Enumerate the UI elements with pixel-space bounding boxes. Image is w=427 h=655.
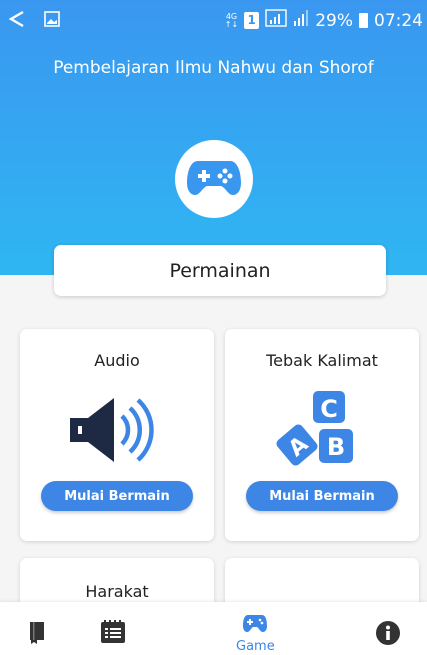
- nav-item-game[interactable]: Game: [236, 613, 275, 654]
- battery-icon: [359, 13, 368, 28]
- game-card-tebak-kalimat[interactable]: Tebak Kalimat C A B Mulai Bermain: [225, 329, 419, 541]
- nav-item-materi[interactable]: [28, 620, 48, 648]
- image-notification-icon: [44, 11, 60, 32]
- list-icon: [100, 620, 126, 648]
- gamepad-icon: [242, 613, 268, 637]
- sim-indicator: 1: [244, 12, 260, 29]
- svg-text:C: C: [320, 395, 338, 423]
- book-icon: [28, 620, 48, 648]
- app-logo: [175, 140, 253, 218]
- status-bar: 4G ↑↓ 1 29% 07:24: [0, 0, 427, 40]
- nav-item-info[interactable]: [376, 621, 400, 649]
- clock: 07:24: [374, 10, 423, 31]
- game-card-title: Audio: [94, 351, 140, 370]
- game-card-title: Harakat: [85, 582, 149, 601]
- signal-icon: [265, 9, 287, 32]
- battery-percentage: 29%: [315, 10, 353, 31]
- bottom-navigation: Game: [0, 602, 427, 655]
- speaker-icon: [70, 394, 165, 470]
- game-card-title: Tebak Kalimat: [266, 351, 378, 370]
- section-title-card: Permainan: [54, 245, 386, 296]
- start-game-button[interactable]: Mulai Bermain: [41, 481, 193, 511]
- info-icon: [376, 621, 400, 649]
- game-card-audio[interactable]: Audio Mulai Bermain: [20, 329, 214, 541]
- app-title: Pembelajaran Ilmu Nahwu dan Shorof: [53, 58, 374, 78]
- signal-strength-icon: [293, 9, 309, 32]
- gamepad-icon: [186, 157, 242, 201]
- nav-item-list[interactable]: [100, 620, 126, 648]
- header-banner: 4G ↑↓ 1 29% 07:24 Pembelajaran Ilmu Nahwu…: [0, 0, 427, 275]
- back-arrow-icon[interactable]: [8, 10, 26, 33]
- svg-text:B: B: [327, 433, 345, 461]
- abc-blocks-icon: C A B: [275, 387, 370, 477]
- start-game-button[interactable]: Mulai Bermain: [246, 481, 398, 511]
- network-type-indicator: 4G ↑↓: [224, 11, 239, 29]
- nav-label-game: Game: [236, 639, 275, 654]
- section-title: Permainan: [169, 259, 271, 282]
